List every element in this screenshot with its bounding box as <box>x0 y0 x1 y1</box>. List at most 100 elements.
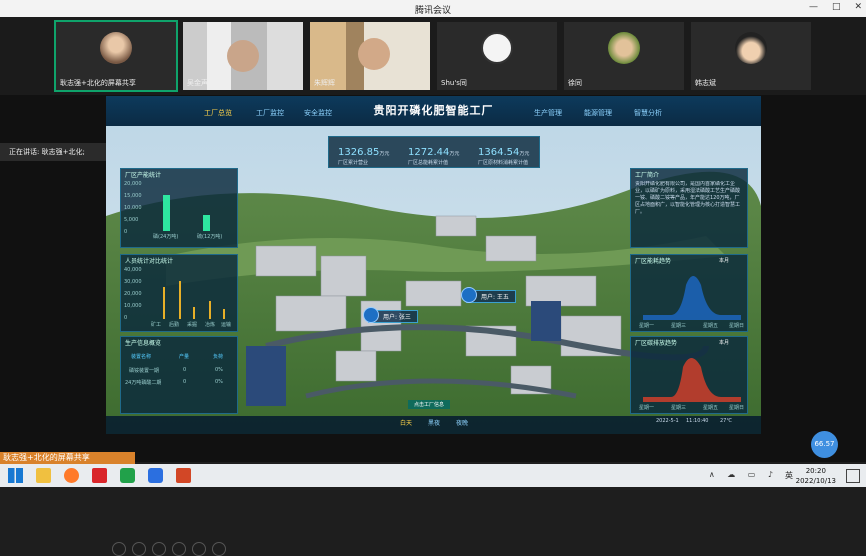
user-icon <box>461 287 477 303</box>
nav-energy-mgmt[interactable]: 能源管理 <box>584 108 612 118</box>
table-cell: 0% <box>215 379 223 385</box>
nav-production-mgmt[interactable]: 生产管理 <box>534 108 562 118</box>
intro-text: 贵阳开磷化肥有限公司，是国内首家磷化工企业，以磷矿为原料，采用湿法磷酸工艺生产磷… <box>635 181 741 215</box>
personnel-bar <box>179 281 181 319</box>
pin-label: 用户: 王五 <box>481 294 509 301</box>
panel-title: 厂区能耗趋势 <box>635 258 672 265</box>
firefox-icon[interactable] <box>64 468 79 483</box>
system-tray[interactable]: ∧ ☁ ▭ ♪ <box>709 470 778 479</box>
y-tick: 5,000 <box>124 217 139 223</box>
x-tick: 星期一 <box>639 323 655 329</box>
maximize-button[interactable]: □ <box>832 2 841 12</box>
start-icon[interactable] <box>8 468 23 483</box>
table-cell: 0 <box>183 379 187 385</box>
kpi-material: 1364.54万元 厂区原材料消耗累计值 <box>478 140 548 166</box>
powerpoint-icon[interactable] <box>176 468 191 483</box>
participant-tile[interactable]: 韩志斌 <box>691 22 811 90</box>
eraser-icon[interactable] <box>172 542 186 556</box>
avatar <box>100 32 132 64</box>
participant-tile[interactable]: Shu's同 <box>437 22 557 90</box>
close-button[interactable]: ✕ <box>854 2 862 12</box>
table-cell: 24万吨磷酸二期 <box>125 380 162 386</box>
undo-icon[interactable] <box>132 542 146 556</box>
table-header: 装置名称 <box>131 354 152 360</box>
participant-tile[interactable]: 朱辉辉 <box>310 22 430 90</box>
bar-label: 硫(12万吨) <box>197 234 223 240</box>
period-tag[interactable]: 本月 <box>719 339 729 346</box>
kpi-label: 厂区总能耗累计值 <box>408 160 449 166</box>
personnel-panel: 人员统计对比统计 40,000 30,000 20,000 10,000 0 矿… <box>120 254 238 332</box>
nav-safety-monitor[interactable]: 安全监控 <box>304 108 332 118</box>
avatar <box>735 32 767 64</box>
nav-factory-monitor[interactable]: 工厂监控 <box>256 108 284 118</box>
kpi-label: 厂区原材料消耗累计值 <box>478 160 529 166</box>
avatar <box>358 38 390 70</box>
minimize-button[interactable]: — <box>809 2 818 12</box>
factory-intro-panel: 工厂简介 贵阳开磷化肥有限公司，是国内首家磷化工企业，以磷矿为原料，采用湿法磷酸… <box>630 168 748 248</box>
table-cell: 0 <box>183 367 187 373</box>
nav-factory-overview[interactable]: 工厂总览 <box>204 108 232 118</box>
capacity-bar <box>203 215 210 231</box>
more-icon[interactable] <box>212 542 226 556</box>
y-tick: 10,000 <box>124 205 142 211</box>
energy-trend-panel: 厂区能耗趋势 本月 星期一 星期三 星期五 星期日 <box>630 254 748 332</box>
avatar <box>608 32 640 64</box>
nav-smart-analysis[interactable]: 智慧分析 <box>634 108 662 118</box>
timer-badge[interactable]: 66.57 <box>811 431 838 458</box>
notification-icon[interactable] <box>846 469 860 483</box>
participant-name: 吴金声 <box>187 79 208 87</box>
kpi-revenue: 1326.85万元 厂区累计营业 <box>338 140 408 166</box>
status-temp: 27℃ <box>720 418 732 424</box>
personnel-bar <box>163 287 165 319</box>
participant-name: 韩志斌 <box>695 79 716 87</box>
shared-dashboard: 贵阳开磷化肥智能工厂 工厂总览 工厂监控 安全监控 生产管理 能源管理 智慧分析… <box>106 96 761 434</box>
x-tick: 星期一 <box>639 405 655 411</box>
annotation-toolbar <box>112 542 226 556</box>
tencent-meeting-icon[interactable] <box>148 468 163 483</box>
input-language[interactable]: 英 <box>785 470 793 481</box>
pin-label: 用户: 张三 <box>383 314 411 321</box>
participant-tile[interactable]: 耿志强+北化的屏幕共享 <box>54 20 178 92</box>
participant-name: 朱辉辉 <box>314 79 335 87</box>
zoom-icon[interactable] <box>192 542 206 556</box>
taskbar-clock[interactable]: 20:20 2022/10/13 <box>796 466 836 486</box>
window-title: 腾讯会议 <box>414 6 451 16</box>
kpi-energy: 1272.44万元 厂区总能耗累计值 <box>408 140 478 166</box>
tab-dusk[interactable]: 黑夜 <box>428 418 440 427</box>
participant-name: 徐同 <box>568 79 582 87</box>
kpi-value: 1364.54 <box>478 147 520 158</box>
panel-title: 生产信息概览 <box>125 340 162 347</box>
windows-taskbar: ∧ ☁ ▭ ♪ 英 20:20 2022/10/13 <box>0 464 866 487</box>
x-tick: 运输 <box>221 322 232 328</box>
tab-day[interactable]: 白天 <box>400 418 412 427</box>
acrobat-icon[interactable] <box>92 468 107 483</box>
pen-icon[interactable] <box>112 542 126 556</box>
redo-icon[interactable] <box>152 542 166 556</box>
x-tick: 冶炼 <box>205 322 216 328</box>
clock-time: 20:20 <box>805 467 826 475</box>
avatar <box>481 32 513 64</box>
energy-trend-chart <box>643 276 741 320</box>
dashboard-header: 贵阳开磷化肥智能工厂 工厂总览 工厂监控 安全监控 生产管理 能源管理 智慧分析 <box>106 96 761 126</box>
participant-tile[interactable]: 吴金声 <box>183 22 303 90</box>
panel-title: 人员统计对比统计 <box>125 258 174 265</box>
panel-title: 厂区碳排放趋势 <box>635 340 678 347</box>
file-explorer-icon[interactable] <box>36 468 51 483</box>
wechat-icon[interactable] <box>120 468 135 483</box>
x-tick: 采掘 <box>187 322 198 328</box>
x-tick: 后勤 <box>169 322 180 328</box>
period-tag[interactable]: 本月 <box>719 257 729 264</box>
user-pin[interactable]: 用户: 王五 <box>461 287 516 303</box>
x-tick: 星期日 <box>729 323 745 329</box>
legend-button[interactable]: 点击工厂信息 <box>408 400 451 409</box>
participant-name: Shu's同 <box>441 79 467 87</box>
participant-tile[interactable]: 徐同 <box>564 22 684 90</box>
table-header: 负荷 <box>213 354 224 360</box>
avatar <box>227 40 259 72</box>
bar-label: 磷(24万吨) <box>153 234 179 240</box>
user-pin[interactable]: 用户: 张三 <box>363 307 418 323</box>
personnel-bar <box>209 301 211 319</box>
screen-share-banner[interactable]: 耿志强+北化的屏幕共享 <box>0 452 135 464</box>
tab-night[interactable]: 夜晚 <box>456 418 468 427</box>
y-tick: 0 <box>124 229 128 235</box>
